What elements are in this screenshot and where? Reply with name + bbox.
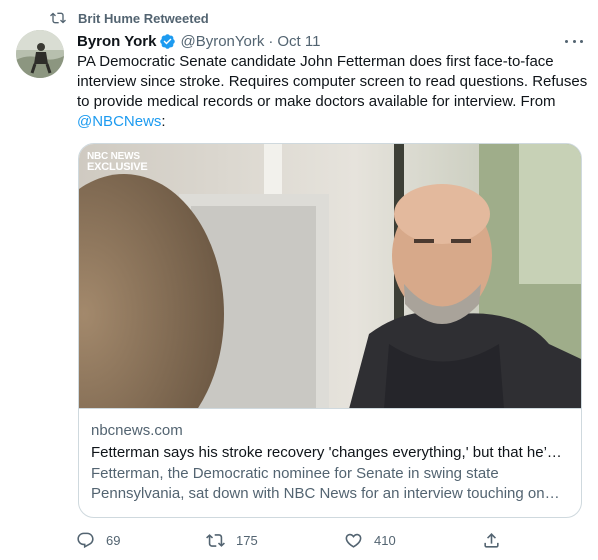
share-icon (482, 531, 501, 550)
card-image[interactable]: NBC NEWS EXCLUSIVE (79, 144, 581, 409)
reply-count: 69 (106, 532, 121, 548)
heart-icon (344, 531, 363, 550)
reply-button[interactable]: 69 (76, 528, 120, 552)
retweet-button[interactable]: 175 (206, 528, 258, 552)
social-context[interactable]: Brit Hume Retweeted (50, 9, 209, 27)
retweet-count: 175 (236, 532, 258, 548)
tweet-actions: 69 175 410 (0, 528, 598, 552)
card-title: Fetterman says his stroke recovery 'chan… (91, 444, 569, 461)
card-description: Fetterman, the Democratic nominee for Se… (91, 465, 545, 502)
nbc-badge-line2: EXCLUSIVE (87, 161, 148, 173)
more-options-icon[interactable] (565, 33, 583, 49)
tweet-text-body: PA Democratic Senate candidate John Fett… (77, 53, 588, 110)
avatar[interactable] (16, 30, 64, 78)
tweet-date[interactable]: Oct 11 (277, 33, 320, 50)
reply-icon (76, 531, 95, 550)
mention-link[interactable]: @NBCNews (77, 113, 161, 130)
share-button[interactable] (482, 528, 501, 552)
tweet-text-end: : (161, 113, 166, 130)
like-button[interactable]: 410 (344, 528, 396, 552)
social-context-text: Brit Hume Retweeted (78, 10, 209, 26)
retweet-icon (206, 531, 225, 550)
author-handle[interactable]: @ByronYork (180, 33, 264, 50)
card-body[interactable]: nbcnews.com Fetterman says his stroke re… (91, 421, 569, 504)
nbc-exclusive-badge: NBC NEWS EXCLUSIVE (87, 152, 148, 173)
tweet-header: Byron York @ByronYork · Oct 11 (77, 31, 320, 51)
separator-dot: · (268, 32, 274, 50)
link-card[interactable]: NBC NEWS EXCLUSIVE nbcnews.com Fetterman… (78, 143, 582, 518)
author-name[interactable]: Byron York (77, 33, 156, 50)
like-count: 410 (374, 532, 396, 548)
verified-badge-icon (159, 33, 176, 50)
tweet-text: PA Democratic Senate candidate John Fett… (77, 52, 589, 132)
retweet-icon (50, 10, 66, 26)
card-domain: nbcnews.com (91, 422, 183, 439)
